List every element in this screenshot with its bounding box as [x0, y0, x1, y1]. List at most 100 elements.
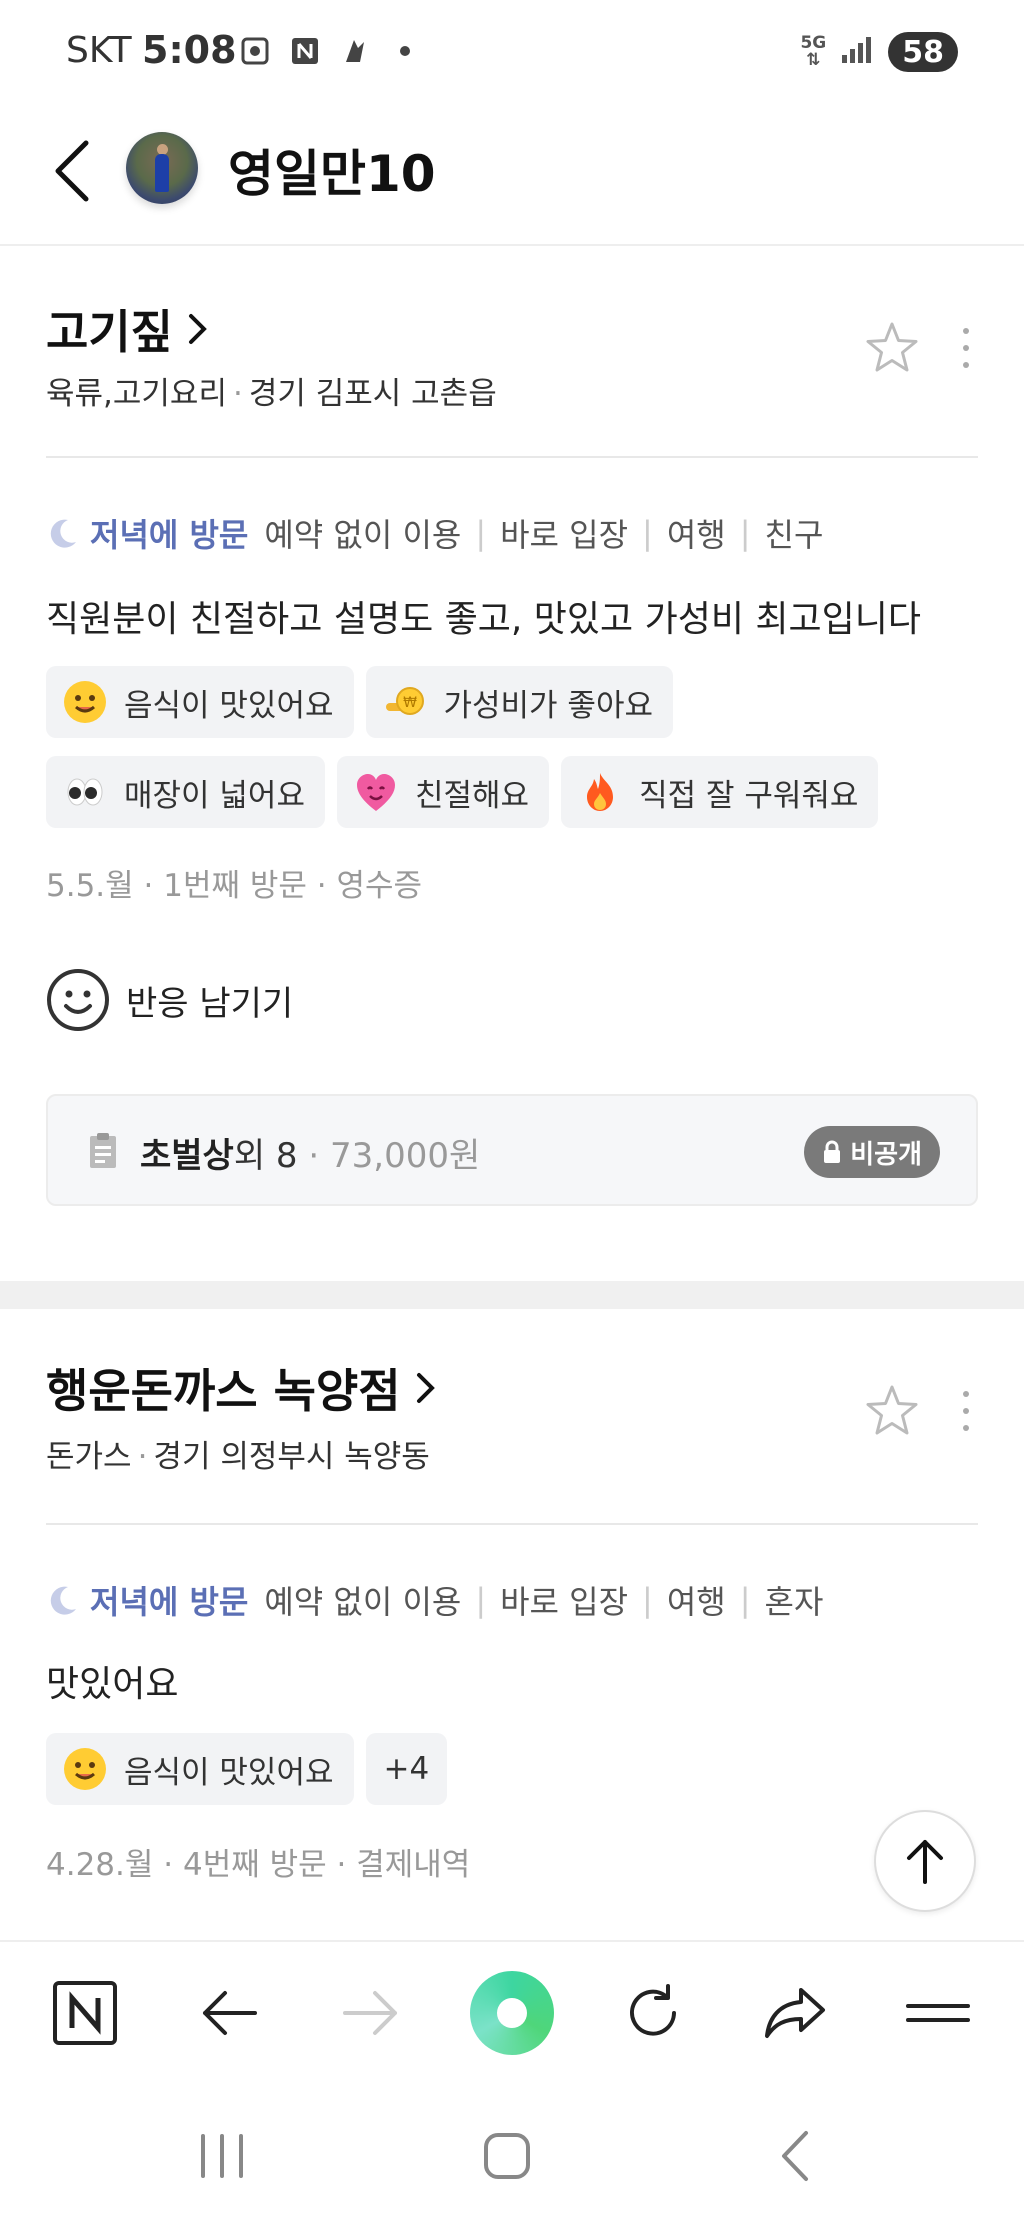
- fire-emoji-icon: [579, 771, 621, 813]
- heart-face-emoji-icon: [355, 771, 397, 813]
- place-meta: 육류,고기요리 · 경기 김포시 고촌읍: [46, 376, 497, 412]
- browser-back-button[interactable]: [184, 1968, 274, 2058]
- visit-date: 5.5.월: [46, 868, 134, 904]
- verification-type: 영수증: [336, 868, 423, 904]
- visit-tag: 예약 없이 이용: [264, 1583, 462, 1621]
- bookmark-star-button[interactable]: [864, 320, 920, 376]
- receipt-item: 초벌상: [140, 1136, 234, 1176]
- star-outline-icon: [866, 1385, 918, 1435]
- visit-tag: 여행: [666, 516, 726, 554]
- visit-tag: 예약 없이 이용: [264, 516, 462, 554]
- place-location: 경기 김포시 고촌읍: [248, 376, 497, 412]
- signal-icon: [840, 35, 874, 69]
- visit-tag: 혼자: [764, 1583, 824, 1621]
- arrow-left-icon: [203, 1991, 257, 2035]
- place-meta: 돈가스 · 경기 의정부시 녹양동: [46, 1439, 430, 1475]
- bookmark-star-button[interactable]: [864, 1383, 920, 1439]
- system-navigation-bar: [0, 2082, 1024, 2219]
- place-location: 경기 의정부시 녹양동: [153, 1439, 430, 1475]
- keyword-label: 친절해요: [414, 777, 530, 814]
- status-bar: SKT 5:08 5G ⇅ 58: [0, 0, 1024, 104]
- green-dot-icon: [470, 1971, 554, 2055]
- place-category: 육류,고기요리: [46, 376, 227, 412]
- profile-name: 영일만10: [228, 145, 436, 203]
- refresh-button[interactable]: [608, 1968, 698, 2058]
- naver-n-icon: [288, 34, 322, 68]
- recent-apps-button[interactable]: [182, 2116, 262, 2196]
- private-label: 비공개: [850, 1139, 922, 1170]
- keyword-tag: 친절해요: [336, 756, 550, 828]
- react-button[interactable]: 반응 남기기: [46, 968, 293, 1032]
- visit-time: 저녁에 방문: [90, 516, 249, 554]
- arrow-up-icon: [907, 1840, 943, 1884]
- visit-tag: 친구: [764, 516, 824, 554]
- place-category: 돈가스: [46, 1439, 132, 1475]
- keyword-tag: 음식이 맛있어요: [46, 666, 354, 738]
- private-badge: 비공개: [804, 1126, 940, 1178]
- system-status: 5G ⇅ 58: [800, 32, 958, 72]
- keyword-tag: 매장이 넓어요: [46, 756, 325, 828]
- menu-button[interactable]: [893, 1968, 983, 2058]
- visit-info-row: 저녁에 방문 예약 없이 이용 | 바로 입장 | 여행 | 혼자: [46, 1577, 823, 1623]
- notification-icons: [238, 34, 422, 68]
- receipt-summary[interactable]: 초벌상외 8 · 73,000원 비공개: [46, 1094, 978, 1206]
- naver-home-button[interactable]: [40, 1968, 130, 2058]
- lock-icon: [824, 1140, 841, 1163]
- system-back-button[interactable]: [755, 2116, 835, 2196]
- smile-icon: [47, 969, 109, 1031]
- share-button[interactable]: [750, 1968, 840, 2058]
- keyword-tag: 직접 잘 구워줘요: [561, 756, 879, 828]
- review-text: 직원분이 친절하고 설명도 좋고, 맛있고 가성비 최고입니다: [46, 599, 921, 640]
- more-options-button[interactable]: [954, 320, 978, 376]
- react-label: 반응 남기기: [126, 983, 294, 1024]
- svg-text:₩: ₩: [403, 695, 417, 711]
- more-keywords-button[interactable]: +4: [365, 1733, 448, 1805]
- network-5g-icon: 5G ⇅: [800, 33, 827, 70]
- visit-meta: 4.28.월 · 4번째 방문 · 결제내역: [46, 1847, 471, 1883]
- home-button[interactable]: [467, 2116, 547, 2196]
- chevron-right-icon: [416, 1373, 435, 1403]
- home-icon: [484, 2133, 530, 2179]
- visit-meta: 5.5.월 · 1번째 방문 · 영수증: [46, 868, 423, 904]
- visit-count: 1번째 방문: [163, 868, 307, 904]
- back-button[interactable]: [44, 132, 100, 210]
- divider: [46, 1523, 978, 1525]
- profile-header: 영일만10: [0, 104, 1024, 246]
- keyword-label: 직접 잘 구워줘요: [639, 777, 859, 814]
- place-name: 고기짚: [46, 305, 173, 359]
- receipt-icon: [90, 1133, 116, 1168]
- screenshot-icon: [238, 34, 272, 68]
- place-name: 행운돈까스 녹양점: [46, 1364, 401, 1418]
- keyword-label: 음식이 맛있어요: [124, 1754, 334, 1791]
- divider: [46, 456, 978, 458]
- avatar[interactable]: [126, 132, 198, 204]
- scroll-to-top-button[interactable]: [874, 1810, 976, 1912]
- carrier-label: SKT: [66, 30, 132, 71]
- clock: 5:08: [142, 28, 237, 72]
- battery-indicator: 58: [888, 32, 958, 72]
- browser-forward-button[interactable]: [326, 1968, 416, 2058]
- hamburger-menu-icon: [906, 2004, 970, 2022]
- keyword-label: 음식이 맛있어요: [124, 687, 334, 724]
- more-options-button[interactable]: [954, 1383, 978, 1439]
- keyword-label: 매장이 넓어요: [124, 777, 305, 814]
- place-name-link[interactable]: 고기짚: [46, 296, 209, 362]
- smiling-face-emoji-icon: [64, 1748, 106, 1790]
- app-notification-icon: [338, 34, 372, 68]
- receipt-text: 초벌상외 8 · 73,000원: [140, 1136, 481, 1176]
- refresh-icon: [630, 1984, 676, 2036]
- moon-icon: [50, 519, 76, 548]
- share-icon: [765, 1988, 825, 2038]
- place-name-link[interactable]: 행운돈까스 녹양점: [46, 1355, 437, 1421]
- visit-tag: 바로 입장: [500, 1583, 629, 1621]
- naver-green-dot-button[interactable]: [467, 1968, 557, 2058]
- section-separator: [0, 1281, 1024, 1309]
- keyword-row: 매장이 넓어요 친절해요 직접 잘 구워줘요: [46, 756, 879, 828]
- review-text: 맛있어요: [46, 1664, 179, 1705]
- recent-apps-icon: [201, 2134, 243, 2178]
- keyword-label: 가성비가 좋아요: [443, 687, 654, 724]
- review-card: 고기짚 육류,고기요리 · 경기 김포시 고촌읍 저녁에 방문 예약 없이 이용 | …: [0, 246, 1024, 1281]
- verification-type: 결제내역: [356, 1847, 471, 1883]
- moon-icon: [50, 1586, 76, 1615]
- keyword-tag: 음식이 맛있어요: [46, 1733, 354, 1805]
